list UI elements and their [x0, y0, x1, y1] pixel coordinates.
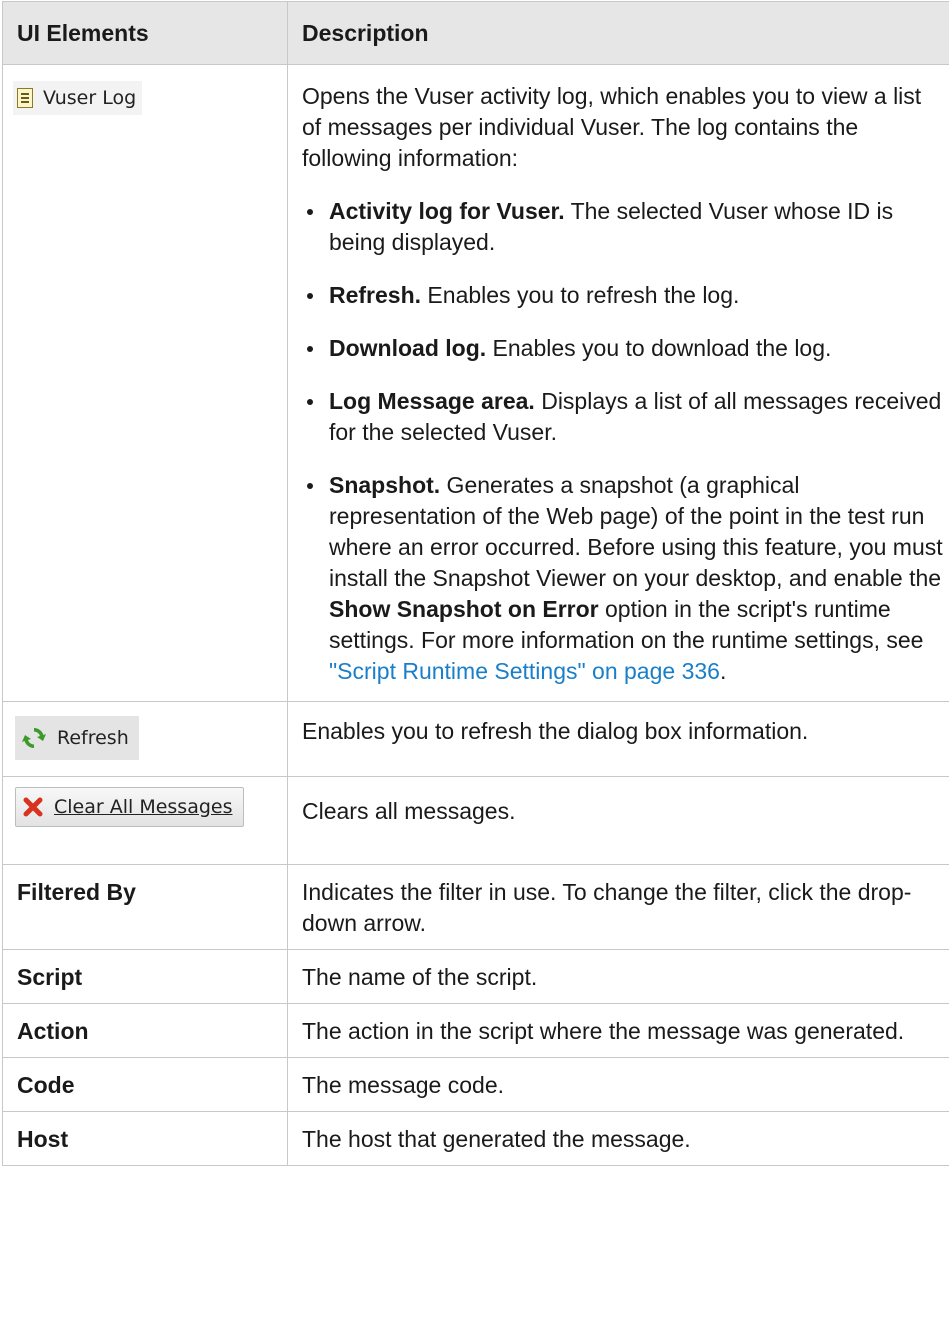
- clear-description: Clears all messages.: [287, 776, 949, 865]
- vuser-log-description: Opens the Vuser activity log, which enab…: [302, 83, 922, 171]
- log-icon: [17, 88, 33, 108]
- list-item: Download log. Enables you to download th…: [302, 333, 946, 364]
- table-row: Filtered By Indicates the filter in use.…: [2, 864, 949, 950]
- table-row: Host The host that generated the message…: [2, 1111, 949, 1166]
- table-header-row: UI Elements Description: [2, 1, 949, 65]
- row-label: Host: [2, 1111, 288, 1166]
- refresh-button: Refresh: [15, 716, 139, 760]
- row-label: Filtered By: [2, 864, 288, 950]
- table-row: Vuser Log Opens the Vuser activity log, …: [2, 64, 949, 702]
- red-x-icon: [23, 797, 43, 817]
- refresh-description: Enables you to refresh the dialog box in…: [287, 701, 949, 777]
- row-description: The name of the script.: [287, 949, 949, 1004]
- ui-elements-table: UI Elements Description Vuser Log Opens …: [2, 1, 949, 1166]
- table-row: Action The action in the script where th…: [2, 1003, 949, 1058]
- vuser-log-button-label: Vuser Log: [43, 86, 137, 109]
- refresh-icon: [22, 728, 46, 748]
- row-description: Indicates the filter in use. To change t…: [287, 864, 949, 950]
- row-label: Code: [2, 1057, 288, 1112]
- row-label: Script: [2, 949, 288, 1004]
- vuser-log-info-list: Activity log for Vuser. The selected Vus…: [302, 196, 946, 687]
- row-label: Action: [2, 1003, 288, 1058]
- table-row: Refresh Enables you to refresh the dialo…: [2, 701, 949, 777]
- header-ui-elements: UI Elements: [2, 1, 288, 65]
- vuser-log-button: Vuser Log: [13, 81, 143, 115]
- list-item: Refresh. Enables you to refresh the log.: [302, 280, 946, 311]
- refresh-button-label: Refresh: [57, 726, 129, 749]
- row-description: The message code.: [287, 1057, 949, 1112]
- list-item: Snapshot. Generates a snapshot (a graphi…: [302, 470, 946, 687]
- table-row: Code The message code.: [2, 1057, 949, 1112]
- clear-all-messages-button: Clear All Messages: [15, 787, 244, 827]
- table-row: Script The name of the script.: [2, 949, 949, 1004]
- row-description: The host that generated the message.: [287, 1111, 949, 1166]
- row-description: The action in the script where the messa…: [287, 1003, 949, 1058]
- clear-all-messages-label: Clear All Messages: [54, 795, 233, 818]
- list-item: Activity log for Vuser. The selected Vus…: [302, 196, 946, 258]
- table-row: Clear All Messages Clears all messages.: [2, 776, 949, 865]
- list-item: Log Message area. Displays a list of all…: [302, 386, 946, 448]
- header-description: Description: [287, 1, 949, 65]
- script-runtime-settings-link[interactable]: "Script Runtime Settings" on page 336: [329, 658, 720, 684]
